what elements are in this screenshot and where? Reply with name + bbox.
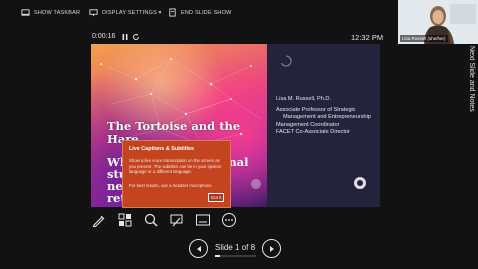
slide-counter[interactable]: Slide 1 of 8 — [215, 243, 255, 252]
slide-progress-bar — [215, 255, 256, 257]
pen-tool-button[interactable] — [91, 212, 107, 228]
author-block: Lisa M. Russell, Ph.D. Associate Profess… — [276, 96, 371, 137]
display-icon — [89, 9, 98, 17]
got-it-button[interactable]: Got it — [208, 193, 224, 202]
taskbar-icon — [21, 9, 30, 16]
pen-icon — [92, 215, 105, 228]
clock: 12:32 PM — [351, 33, 384, 42]
popup-title: Live Captions & Subtitles — [129, 146, 194, 152]
end-slide-show-label: END SLIDE SHOW — [181, 9, 232, 16]
show-taskbar-label: SHOW TASKBAR — [34, 9, 81, 16]
more-options-icon — [222, 213, 236, 227]
pointer-options-button[interactable] — [169, 212, 185, 228]
show-taskbar-button[interactable]: SHOW TASKBAR — [21, 8, 80, 17]
display-settings-label: DISPLAY SETTINGS ▾ — [102, 9, 162, 16]
more-options-button[interactable] — [221, 212, 237, 228]
cursor-spinner-icon — [281, 55, 292, 67]
next-slide-button[interactable] — [262, 239, 281, 258]
subtitles-button[interactable] — [195, 212, 211, 228]
restart-timer-icon[interactable] — [132, 33, 140, 41]
zoom-button[interactable] — [143, 212, 159, 228]
pause-timer-icon[interactable] — [121, 33, 129, 41]
popup-body: Show a live voice transcription on the s… — [129, 158, 222, 175]
subtitles-icon — [196, 214, 210, 226]
end-slide-show-button[interactable]: END SLIDE SHOW — [168, 8, 231, 17]
slide-progress-fill — [215, 255, 221, 257]
author-line-1: Associate Professor of Strategic — [276, 106, 356, 113]
webcam-thumbnail: Lisa Russell (she/her) — [398, 0, 478, 44]
zoom-icon — [144, 213, 158, 227]
slide-logo-icon — [354, 177, 366, 189]
popup-tip: For best results, use a headset micropho… — [129, 183, 213, 188]
elapsed-timer: 0:00:16 — [92, 33, 116, 40]
author-line-3: Management Coordinator — [276, 121, 340, 128]
webcam-name-label: Lisa Russell (she/her) — [400, 35, 448, 42]
author-name: Lisa M. Russell, Ph.D. — [276, 96, 332, 102]
arrow-right-icon — [269, 245, 274, 252]
see-all-slides-icon — [118, 213, 132, 227]
see-all-slides-button[interactable] — [117, 212, 133, 228]
end-show-icon — [169, 8, 176, 17]
next-slide-notes-label[interactable]: Next Slide and Notes — [463, 46, 475, 136]
author-line-4: FACET Co-Associate Director — [276, 129, 350, 136]
author-line-2: Management and Entrepreneurship — [283, 114, 372, 121]
arrow-left-icon — [196, 245, 201, 252]
previous-slide-button[interactable] — [189, 239, 208, 258]
display-settings-button[interactable]: DISPLAY SETTINGS ▾ — [89, 8, 162, 17]
pointer-icon — [170, 214, 183, 227]
live-captions-popup: Live Captions & Subtitles Show a live vo… — [122, 140, 231, 208]
